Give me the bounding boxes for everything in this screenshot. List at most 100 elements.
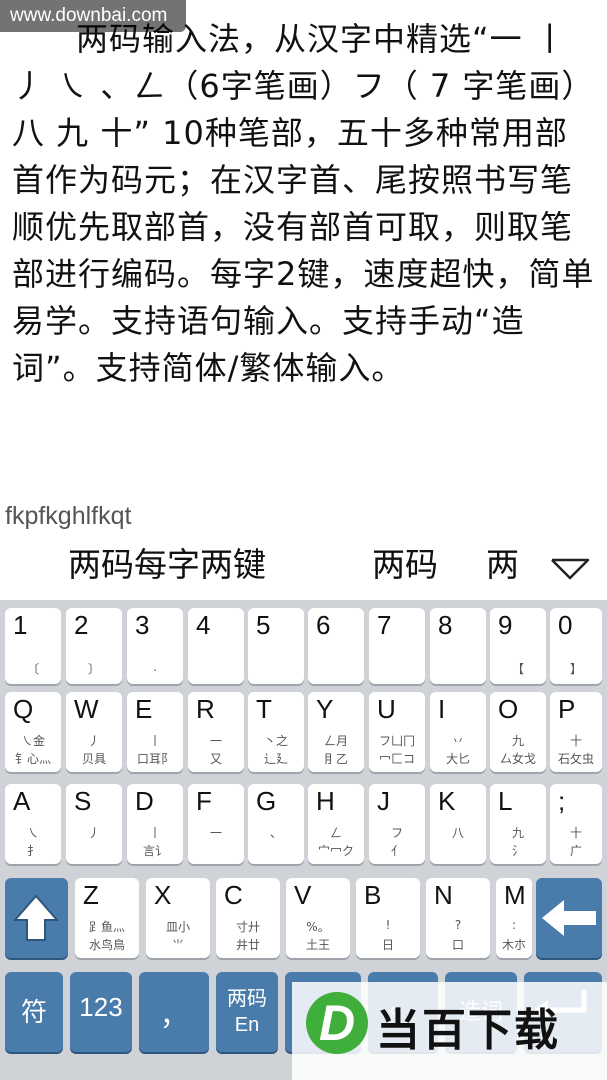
document-text[interactable]: 两码输入法，从汉字中精选“一 丨 丿 ㇏ 、ㄥ（6字笔画）フ（ 7 字笔画） 八… xyxy=(12,16,600,392)
numbers-key[interactable]: 123 xyxy=(70,972,132,1052)
key-stroke-label: ? xyxy=(454,918,462,932)
key-i[interactable]: I 丷大匕 xyxy=(430,692,486,772)
mode-label-english: En xyxy=(234,1014,260,1036)
key-stroke-label: ㄥ xyxy=(329,826,342,840)
key-v[interactable]: V %。 土王 xyxy=(286,878,350,958)
key-t[interactable]: T 丶之 辶廴 xyxy=(248,692,304,772)
key-radical-label: 厶女戈 xyxy=(499,752,536,766)
candidate-1[interactable]: 两码每字两键 xyxy=(68,540,266,590)
key-label: I xyxy=(438,694,446,724)
key-stroke-label: 丨 xyxy=(148,734,161,748)
key-6[interactable]: 6 xyxy=(308,608,364,684)
key-u[interactable]: U フ凵冂 冖匚コ xyxy=(369,692,425,772)
key-k[interactable]: K八 xyxy=(430,784,486,864)
key-d[interactable]: D 丨言讠 xyxy=(127,784,183,864)
key-o[interactable]: O 九厶女戈 xyxy=(490,692,546,772)
key-radical-label: 言讠 xyxy=(142,844,167,858)
key-7[interactable]: 7 xyxy=(369,608,425,684)
key-radical-label: 口耳阝 xyxy=(136,752,173,766)
backspace-left-arrow-icon xyxy=(542,900,596,936)
key-stroke-label: 丨 xyxy=(148,826,161,840)
key-sub-label: . xyxy=(153,660,157,674)
key-y[interactable]: Y ㄥ月 ⺝乙 xyxy=(308,692,364,772)
key-stroke-label: 九 xyxy=(511,734,524,748)
key-stroke-label: 寸廾 xyxy=(235,920,260,934)
key-stroke-label: 、 xyxy=(269,826,282,840)
key-stroke-label: %。 xyxy=(306,920,330,934)
key-label: E xyxy=(135,694,153,724)
key-label: L xyxy=(498,786,513,816)
key-label: Z xyxy=(83,880,99,910)
key-9[interactable]: 9 【 xyxy=(490,608,546,684)
key-2[interactable]: 2 〕 xyxy=(66,608,122,684)
key-radical-label: 冖匚コ xyxy=(378,752,415,766)
mode-label-chinese: 两码 xyxy=(227,986,267,1010)
candidate-3[interactable]: 两 xyxy=(486,540,519,590)
key-radical-label: 亻 xyxy=(390,844,403,858)
key-5[interactable]: 5 xyxy=(248,608,304,684)
key-label: G xyxy=(256,786,277,816)
expand-candidates-icon[interactable] xyxy=(548,554,592,582)
key-radical-label: 钅心灬 xyxy=(14,752,51,766)
key-r[interactable]: R一又 xyxy=(188,692,244,772)
key-q[interactable]: Q ㇏金 钅心灬 xyxy=(5,692,61,772)
key-stroke-label: 十 xyxy=(569,734,582,748)
composition-string: fkpfkghlfkqt xyxy=(5,502,132,530)
key-h[interactable]: H ㄥ宀冖ク xyxy=(308,784,364,864)
candidate-2[interactable]: 两码 xyxy=(372,540,438,590)
key-label: U xyxy=(377,694,396,724)
key-x[interactable]: X 皿小⺌ xyxy=(146,878,210,958)
key-a[interactable]: A ㇏扌 xyxy=(5,784,61,864)
key-stroke-label: 八 xyxy=(451,826,464,840)
key-e[interactable]: E 丨口耳阝 xyxy=(127,692,183,772)
comma-key-label: ， xyxy=(159,999,188,1032)
key-stroke-label: : xyxy=(511,918,517,932)
key-8[interactable]: 8 xyxy=(430,608,486,684)
key-z[interactable]: Z ⻊鱼灬 水鸟鳥 xyxy=(75,878,139,958)
key-label: ; xyxy=(558,786,566,816)
key-radical-label: 又 xyxy=(209,752,222,766)
numbers-key-label: 123 xyxy=(79,992,123,1022)
key-0[interactable]: 0】 xyxy=(550,608,602,684)
logo-text: 当百下载 xyxy=(376,1005,560,1056)
key-m[interactable]: M: 木朩 xyxy=(496,878,532,958)
shift-key[interactable] xyxy=(5,878,68,958)
key-stroke-label: 九 xyxy=(511,826,524,840)
key-radical-label: 宀冖ク xyxy=(317,844,354,858)
mode-toggle-key[interactable]: 两码 En xyxy=(216,972,278,1052)
key-3[interactable]: 3. xyxy=(127,608,183,684)
key-label: 4 xyxy=(196,610,211,640)
key-label: X xyxy=(154,880,172,910)
key-1[interactable]: 1 〔 xyxy=(5,608,61,684)
key-s[interactable]: S丿 xyxy=(66,784,122,864)
key-stroke-label: ㇏ xyxy=(26,826,39,840)
key-label: M xyxy=(504,880,526,910)
symbols-key[interactable]: 符 xyxy=(5,972,63,1052)
key-label: W xyxy=(74,694,99,724)
key-f[interactable]: F一 xyxy=(188,784,244,864)
candidate-bar: 两码每字两键 两码 两 xyxy=(0,540,607,594)
key-w[interactable]: W 丿贝具 xyxy=(66,692,122,772)
key-l[interactable]: L九氵 xyxy=(490,784,546,864)
watermark-url: www.downbai.com xyxy=(0,0,186,32)
key-label: 2 xyxy=(74,610,89,640)
key-radical-label: 井廿 xyxy=(235,938,260,952)
key-4[interactable]: 4 xyxy=(188,608,244,684)
key-n[interactable]: N? 口 xyxy=(426,878,490,958)
key-label: 1 xyxy=(13,610,28,640)
key-stroke-label: 丶之 xyxy=(263,734,288,748)
key-b[interactable]: B! 日 xyxy=(356,878,420,958)
key-c[interactable]: C 寸廾 井廿 xyxy=(216,878,280,958)
key-radical-label: 日 xyxy=(381,938,394,952)
key-p[interactable]: P 十石攵虫 xyxy=(550,692,602,772)
symbols-key-label: 符 xyxy=(20,998,47,1028)
key-g[interactable]: G、 xyxy=(248,784,304,864)
key-semicolon[interactable]: ; 十广 xyxy=(550,784,602,864)
backspace-key[interactable] xyxy=(536,878,602,958)
comma-key[interactable]: ， xyxy=(139,972,209,1052)
key-stroke-label: ㇏金 xyxy=(20,734,45,748)
key-j[interactable]: Jフ亻 xyxy=(369,784,425,864)
key-label: 9 xyxy=(498,610,513,640)
key-stroke-label: ⻊鱼灬 xyxy=(88,920,125,934)
key-sub-label: 〕 xyxy=(87,662,100,676)
